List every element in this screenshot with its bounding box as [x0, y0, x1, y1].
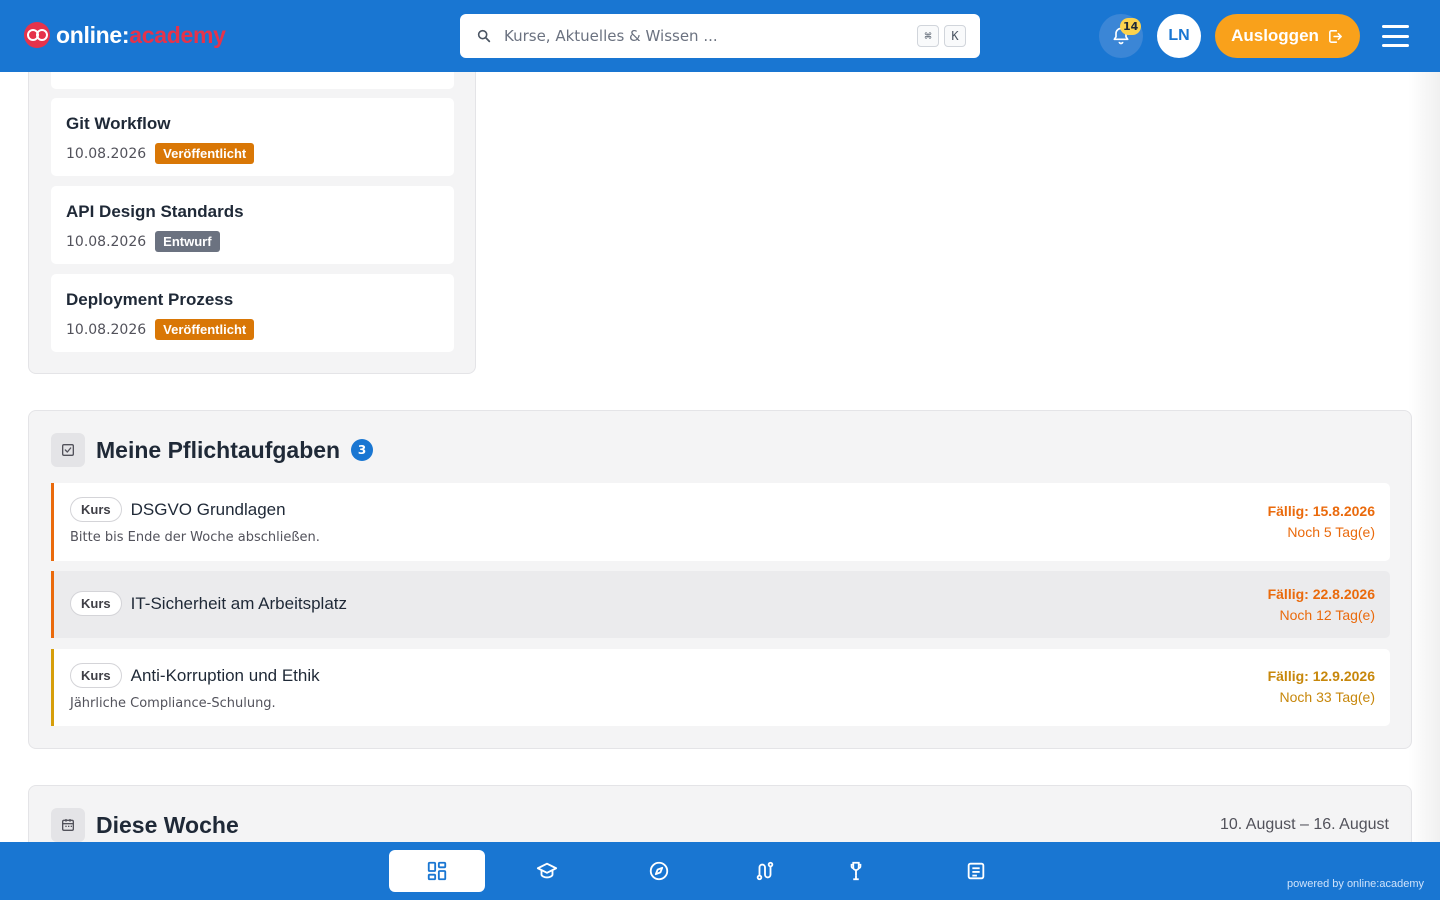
search-bar[interactable]: ⌘ K	[460, 14, 980, 58]
week-date-range: 10. August – 16. August	[1219, 816, 1389, 833]
task-title: Anti-Korruption und Ethik	[130, 665, 320, 685]
task-item-dsgvo[interactable]: Kurs DSGVO Grundlagen Bitte bis Ende der…	[51, 483, 1390, 561]
status-badge: Veröffentlicht	[155, 143, 255, 164]
logout-label: Ausloggen	[1231, 26, 1319, 45]
task-remaining: Noch 12 Tag(e)	[1279, 607, 1375, 623]
dashboard-icon	[427, 861, 447, 881]
section-header: Meine Pflichtaufgaben 3	[51, 433, 374, 467]
powered-by-text: powered by online:academy	[1287, 878, 1424, 890]
nav-dashboard[interactable]	[389, 850, 485, 892]
article-date: 10.08.2026	[66, 321, 147, 338]
nav-achievements[interactable]	[808, 850, 904, 892]
scroll-edge-shadow	[1408, 72, 1440, 842]
task-description: Bitte bis Ende der Woche abschließen.	[70, 530, 320, 545]
article-title: Deployment Prozess	[66, 290, 234, 309]
task-type-pill: Kurs	[70, 591, 122, 616]
task-type-pill: Kurs	[70, 663, 122, 688]
notifications-button[interactable]: 14	[1099, 14, 1143, 58]
article-date: 10.08.2026	[66, 233, 147, 250]
section-header: Diese Woche	[51, 808, 239, 842]
task-remaining: Noch 33 Tag(e)	[1279, 689, 1375, 705]
articles-card: Git Workflow 10.08.2026 Veröffentlicht A…	[28, 11, 476, 374]
status-badge: Entwurf	[155, 231, 220, 252]
checkbox-icon	[51, 433, 85, 467]
nav-articles[interactable]	[928, 850, 1024, 892]
bottom-navigation: powered by online:academy	[0, 842, 1440, 900]
article-date: 10.08.2026	[66, 145, 147, 162]
nav-explore[interactable]	[611, 850, 707, 892]
task-item-anti-corruption[interactable]: Kurs Anti-Korruption und Ethik Jährliche…	[51, 649, 1390, 726]
shortcut-key-cmd: ⌘	[917, 25, 939, 47]
top-header: online:academy ⌘ K 14 LN Ausloggen	[0, 0, 1440, 72]
task-due-date: Fällig: 22.8.2026	[1267, 586, 1375, 602]
trophy-icon	[850, 861, 862, 881]
graduation-cap-icon	[536, 862, 558, 879]
section-title: Meine Pflichtaufgaben	[96, 436, 341, 463]
task-remaining: Noch 5 Tag(e)	[1287, 524, 1375, 540]
task-count-badge: 3	[351, 439, 374, 461]
notification-count-badge: 14	[1120, 18, 1142, 35]
logo-text: online:academy	[56, 21, 226, 48]
article-item-deployment[interactable]: Deployment Prozess 10.08.2026 Veröffentl…	[51, 274, 454, 352]
task-type-pill: Kurs	[70, 497, 122, 522]
article-title: Git Workflow	[66, 114, 171, 133]
article-item-api-design[interactable]: API Design Standards 10.08.2026 Entwurf	[51, 186, 454, 264]
search-icon	[477, 29, 491, 43]
task-item-it-security[interactable]: Kurs IT-Sicherheit am Arbeitsplatz Fälli…	[51, 571, 1390, 638]
article-icon	[967, 862, 985, 880]
calendar-icon	[51, 808, 85, 842]
task-title: IT-Sicherheit am Arbeitsplatz	[130, 593, 347, 613]
logo-mark-icon	[24, 22, 50, 48]
article-item-git-workflow[interactable]: Git Workflow 10.08.2026 Veröffentlicht	[51, 98, 454, 176]
logout-icon	[1328, 29, 1342, 43]
logout-button[interactable]: Ausloggen	[1215, 14, 1360, 58]
nav-courses[interactable]	[499, 850, 595, 892]
user-avatar[interactable]: LN	[1157, 14, 1201, 58]
search-input[interactable]	[504, 27, 912, 45]
path-icon	[756, 861, 774, 881]
task-description: Jährliche Compliance-Schulung.	[70, 696, 276, 711]
mandatory-tasks-card: Meine Pflichtaufgaben 3 Kurs DSGVO Grund…	[28, 410, 1412, 749]
task-title: DSGVO Grundlagen	[130, 499, 286, 519]
logo[interactable]: online:academy	[24, 20, 226, 50]
nav-learning-paths[interactable]	[717, 850, 813, 892]
task-due-date: Fällig: 15.8.2026	[1267, 503, 1375, 519]
status-badge: Veröffentlicht	[155, 319, 255, 340]
hamburger-menu-icon[interactable]	[1382, 25, 1409, 47]
shortcut-key-k: K	[944, 25, 966, 47]
task-due-date: Fällig: 12.9.2026	[1267, 668, 1375, 684]
section-title: Diese Woche	[96, 811, 239, 838]
compass-icon	[649, 861, 669, 881]
article-title: API Design Standards	[66, 202, 244, 221]
